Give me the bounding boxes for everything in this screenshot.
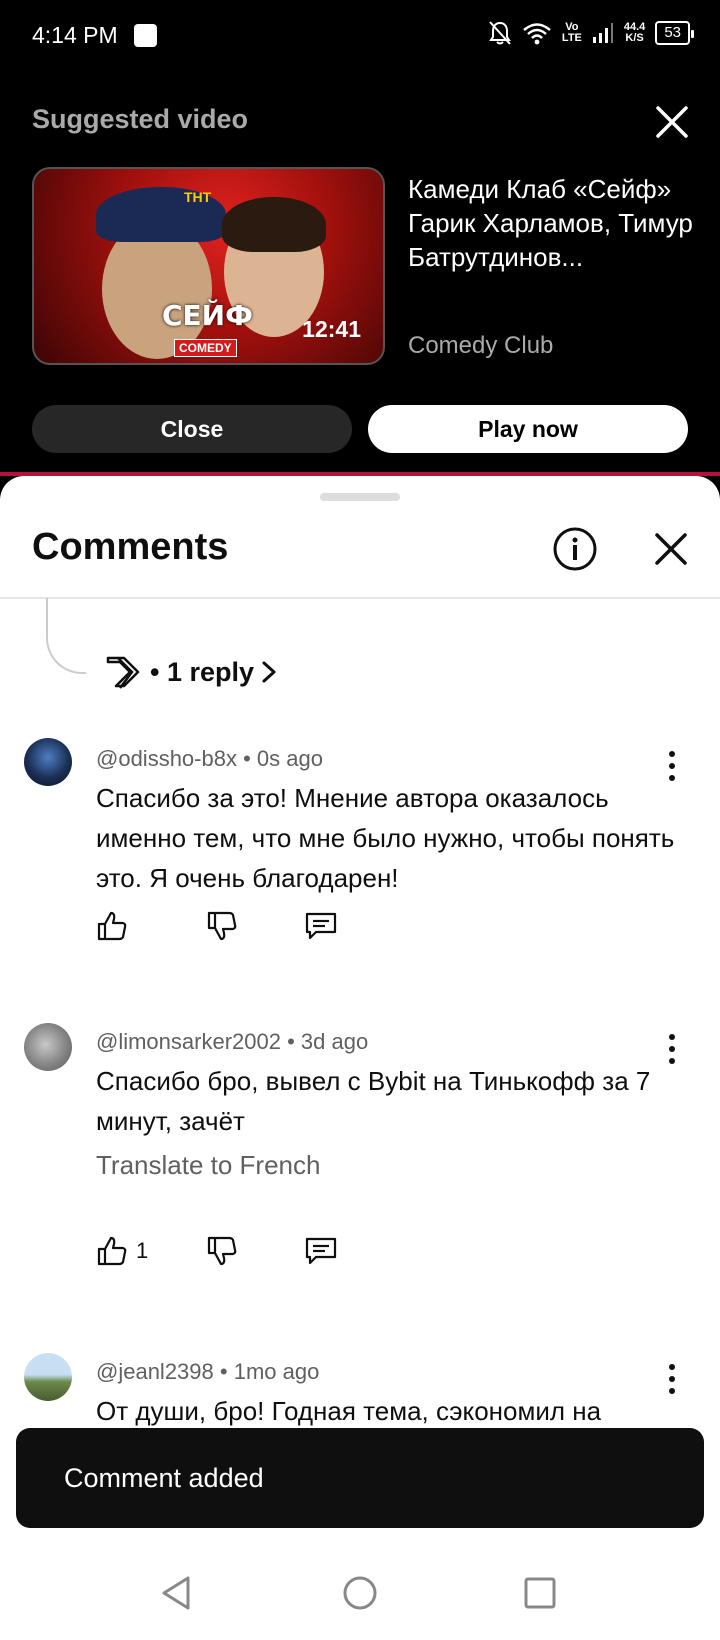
thread-connector bbox=[46, 598, 86, 674]
snackbar-toast: Comment added bbox=[16, 1428, 704, 1528]
status-bar: 4:14 PM Vo LTE 44.4 K/S 53 bbox=[0, 0, 720, 72]
chevron-right-icon bbox=[262, 661, 276, 683]
volte-indicator: Vo LTE bbox=[562, 22, 582, 44]
comment-age: • 1mo ago bbox=[219, 1359, 320, 1384]
comment-age: • 0s ago bbox=[243, 746, 323, 771]
reply-button[interactable] bbox=[304, 910, 338, 942]
system-nav-bar bbox=[0, 1546, 720, 1640]
replies-link[interactable]: • 1 reply bbox=[104, 652, 278, 692]
thumbnail-hair-right bbox=[222, 197, 326, 252]
avatar[interactable] bbox=[24, 738, 72, 786]
close-button[interactable]: Close bbox=[32, 405, 352, 453]
avatar[interactable] bbox=[24, 1023, 72, 1071]
speed-unit: K/S bbox=[625, 32, 644, 44]
comment-meta: @jeanl2398 • 1mo ago bbox=[96, 1359, 319, 1385]
comment-text: Спасибо за это! Мнение автора оказалось … bbox=[96, 783, 675, 893]
network-speed: 44.4 K/S bbox=[624, 22, 645, 44]
reply-button[interactable] bbox=[304, 1235, 338, 1267]
header-divider bbox=[0, 597, 720, 599]
like-count: 1 bbox=[136, 1238, 149, 1263]
comment-text: Спасибо бро, вывел с Bybit на Тинькофф з… bbox=[96, 1066, 651, 1136]
battery-level: 53 bbox=[664, 24, 681, 41]
status-time: 4:14 PM bbox=[32, 22, 118, 48]
video-channel[interactable]: Comedy Club bbox=[408, 332, 553, 360]
comment-author[interactable]: @odissho-b8x bbox=[96, 746, 237, 771]
dislike-button[interactable] bbox=[206, 1235, 304, 1267]
reply-comment-icon bbox=[305, 1237, 337, 1265]
comment-item: @odissho-b8x • 0s ago Спасибо за это! Мн… bbox=[0, 738, 720, 978]
status-icons: Vo LTE 44.4 K/S 53 bbox=[488, 20, 694, 46]
notifications-off-icon bbox=[489, 21, 511, 45]
home-icon[interactable] bbox=[339, 1572, 381, 1614]
recents-icon[interactable] bbox=[519, 1572, 561, 1614]
comments-sheet: Comments • 1 reply @odissho-b8x • 0s ago… bbox=[0, 476, 720, 1546]
thumbnail-channel-logo: ТНТ bbox=[184, 189, 212, 205]
video-title[interactable]: Камеди Клаб «Сейф» Гарик Харламов, Тимур… bbox=[408, 172, 698, 274]
dislike-button[interactable] bbox=[206, 910, 304, 942]
comment-actions: 1 bbox=[96, 1235, 338, 1267]
drag-handle[interactable] bbox=[320, 493, 400, 501]
like-button[interactable]: 1 bbox=[96, 1235, 206, 1267]
reply-comment-icon bbox=[305, 912, 337, 940]
comment-meta: @limonsarker2002 • 3d ago bbox=[96, 1029, 368, 1055]
video-duration: 12:41 bbox=[302, 316, 361, 342]
comment-actions bbox=[96, 910, 338, 942]
thumbnail-logo: СЕЙФ bbox=[162, 299, 253, 332]
toast-text: Comment added bbox=[64, 1462, 264, 1493]
comment-author[interactable]: @jeanl2398 bbox=[96, 1359, 214, 1384]
comment-item: @limonsarker2002 • 3d ago Спасибо бро, в… bbox=[0, 1023, 720, 1323]
info-icon[interactable] bbox=[552, 526, 598, 572]
back-icon[interactable] bbox=[156, 1572, 198, 1614]
video-thumbnail[interactable]: ТНТ СЕЙФ COMEDY 12:41 bbox=[32, 167, 385, 365]
suggested-video-heading: Suggested video bbox=[32, 104, 249, 134]
thumbs-down-icon bbox=[207, 1236, 237, 1266]
comment-meta: @odissho-b8x • 0s ago bbox=[96, 746, 323, 772]
comment-text: От души, бро! Годная тема, сэкономил на bbox=[96, 1396, 602, 1426]
creator-avatar-icon bbox=[106, 656, 140, 689]
translate-link[interactable]: Translate to French bbox=[96, 1150, 320, 1181]
like-button[interactable] bbox=[96, 910, 206, 942]
close-comments-icon[interactable] bbox=[650, 528, 692, 570]
thumbs-down-icon bbox=[207, 911, 237, 941]
close-icon[interactable] bbox=[650, 100, 694, 144]
volte-bottom: LTE bbox=[561, 32, 582, 44]
reply-count: • 1 reply bbox=[150, 656, 255, 687]
comment-author[interactable]: @limonsarker2002 bbox=[96, 1029, 281, 1054]
avatar[interactable] bbox=[24, 1353, 72, 1401]
comment-age: • 3d ago bbox=[287, 1029, 369, 1054]
signal-icon bbox=[592, 23, 613, 43]
battery-icon: 53 bbox=[655, 21, 694, 45]
app-notification-icon bbox=[134, 24, 157, 47]
thumbnail-badge: COMEDY bbox=[174, 339, 237, 357]
wifi-icon bbox=[523, 23, 551, 45]
thumbs-up-icon bbox=[97, 1236, 127, 1266]
thumbs-up-icon bbox=[97, 911, 127, 941]
play-now-button[interactable]: Play now bbox=[368, 405, 688, 453]
comments-title: Comments bbox=[32, 526, 229, 568]
